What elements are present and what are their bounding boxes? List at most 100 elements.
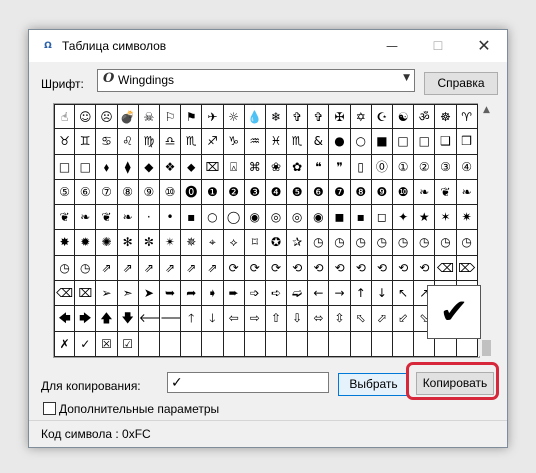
character-cell[interactable]: ⇩ (287, 306, 309, 332)
character-cell[interactable]: ⟡ (223, 230, 245, 256)
character-cell[interactable]: 🡓 (202, 306, 224, 332)
select-button[interactable]: Выбрать (338, 373, 409, 396)
chevron-down-icon[interactable]: ▼ (403, 73, 410, 83)
character-cell[interactable]: 🡇 (117, 306, 139, 332)
character-cell[interactable]: ◷ (350, 230, 372, 256)
character-cell[interactable]: ⇳ (329, 306, 351, 332)
character-cell[interactable]: • (159, 205, 182, 231)
character-cell[interactable]: ❄ (265, 104, 288, 130)
character-cell[interactable]: □ (54, 154, 76, 180)
character-cell[interactable]: ♒ (244, 129, 266, 155)
character-cell[interactable] (159, 331, 182, 357)
character-cell[interactable]: ⇨ (244, 306, 266, 332)
character-cell[interactable]: 💣 (117, 104, 139, 130)
character-cell[interactable]: 🡄 (54, 306, 76, 332)
character-cell[interactable] (350, 331, 372, 357)
character-cell[interactable]: ✠ (329, 104, 351, 130)
character-cell[interactable]: □ (414, 129, 436, 155)
advanced-checkbox[interactable] (43, 402, 56, 415)
advanced-label[interactable]: Дополнительные параметры (59, 402, 219, 416)
character-cell[interactable] (329, 331, 351, 357)
character-cell[interactable]: ⌖ (202, 230, 224, 256)
character-cell[interactable]: 🡑 (181, 306, 203, 332)
character-cell[interactable]: ❦ (54, 205, 76, 231)
character-cell[interactable]: ❹ (265, 179, 288, 206)
character-cell[interactable]: ⇗ (159, 255, 182, 282)
character-cell[interactable]: ⑧ (117, 179, 139, 206)
character-cell[interactable]: ✈ (202, 104, 224, 130)
character-cell[interactable]: ♍ (138, 129, 160, 155)
character-cell[interactable]: ◎ (287, 205, 309, 231)
character-cell[interactable]: ○ (350, 129, 372, 155)
help-button[interactable]: Справка (424, 72, 498, 95)
character-cell[interactable]: ❿ (393, 179, 415, 206)
character-cell[interactable]: ➩ (244, 281, 266, 307)
character-cell[interactable]: ⟳ (244, 255, 266, 282)
character-cell[interactable]: ⇗ (181, 255, 203, 282)
character-cell[interactable] (181, 331, 203, 357)
character-cell[interactable] (223, 331, 245, 357)
character-cell[interactable]: ❾ (371, 179, 393, 206)
character-cell[interactable]: ⇗ (202, 255, 224, 282)
character-cell[interactable]: ⟳ (265, 255, 288, 282)
character-cell[interactable]: 💧 (244, 104, 266, 130)
character-cell[interactable]: ⌦ (456, 255, 478, 282)
character-cell[interactable]: ❦ (435, 179, 457, 206)
character-cell[interactable]: ◯ (223, 205, 245, 231)
character-cell[interactable]: ⇗ (138, 255, 160, 282)
character-cell[interactable]: ❀ (265, 154, 288, 180)
character-cell[interactable]: ⑥ (75, 179, 97, 206)
font-dropdown[interactable]: O Wingdings ▼ (97, 69, 415, 92)
character-cell[interactable]: ❽ (350, 179, 372, 206)
character-cell[interactable]: ■ (371, 129, 393, 155)
character-cell[interactable]: ❸ (244, 179, 266, 206)
character-cell[interactable]: & (308, 129, 330, 155)
character-cell[interactable]: ✷ (456, 205, 478, 231)
character-cell[interactable]: ● (329, 129, 351, 155)
close-button[interactable]: ✕ (461, 30, 507, 62)
character-cell[interactable]: ☹ (96, 104, 118, 130)
character-cell[interactable]: ❧ (75, 205, 97, 231)
character-cell[interactable]: ♎ (159, 129, 182, 155)
character-cell[interactable]: 🡐 (138, 306, 160, 332)
character-cell[interactable]: ✵ (181, 230, 203, 256)
character-cell[interactable]: ⚐ (159, 104, 182, 130)
character-cell[interactable] (138, 331, 160, 357)
character-cell[interactable]: ✰ (287, 230, 309, 256)
character-cell[interactable]: ☠ (138, 104, 160, 130)
character-cell[interactable]: ✸ (54, 230, 76, 256)
character-cell[interactable]: ⬀ (371, 306, 393, 332)
character-cell[interactable]: ❼ (329, 179, 351, 206)
character-cell[interactable]: ◆ (138, 154, 160, 180)
character-cell[interactable]: ◷ (414, 230, 436, 256)
character-cell[interactable]: ✹ (75, 230, 97, 256)
character-cell[interactable]: ⌧ (75, 281, 97, 307)
character-cell[interactable]: ❦ (96, 205, 118, 231)
character-cell[interactable]: ♑ (223, 129, 245, 155)
character-cell[interactable]: ⟲ (287, 255, 309, 282)
character-cell[interactable]: ☪ (371, 104, 393, 130)
copy-input[interactable]: ✓ (167, 372, 329, 393)
character-cell[interactable]: ❺ (287, 179, 309, 206)
character-cell[interactable]: ➣ (117, 281, 139, 307)
character-cell[interactable]: ⟲ (308, 255, 330, 282)
character-cell[interactable]: ✞ (308, 104, 330, 130)
character-cell[interactable]: ❑ (435, 129, 457, 155)
character-cell[interactable]: ⑤ (54, 179, 76, 206)
character-cell[interactable]: ❧ (456, 179, 478, 206)
character-cell[interactable]: ① (393, 154, 415, 180)
character-cell[interactable]: ◷ (456, 230, 478, 256)
character-cell[interactable]: ⇗ (96, 255, 118, 282)
character-cell[interactable]: ◉ (244, 205, 266, 231)
character-cell[interactable]: ◼ (329, 205, 351, 231)
character-cell[interactable]: ▪ (350, 205, 372, 231)
scroll-up-icon[interactable]: ▲ (478, 105, 495, 115)
character-cell[interactable]: ➪ (265, 281, 288, 307)
character-cell[interactable]: ❧ (414, 179, 436, 206)
character-cell[interactable]: ➤ (138, 281, 160, 307)
character-cell[interactable]: ◻ (371, 205, 393, 231)
character-cell[interactable]: ⌑ (244, 230, 266, 256)
character-cell[interactable]: ⟲ (414, 255, 436, 282)
minimize-button[interactable]: — (369, 30, 415, 62)
character-cell[interactable]: ✗ (54, 331, 76, 357)
